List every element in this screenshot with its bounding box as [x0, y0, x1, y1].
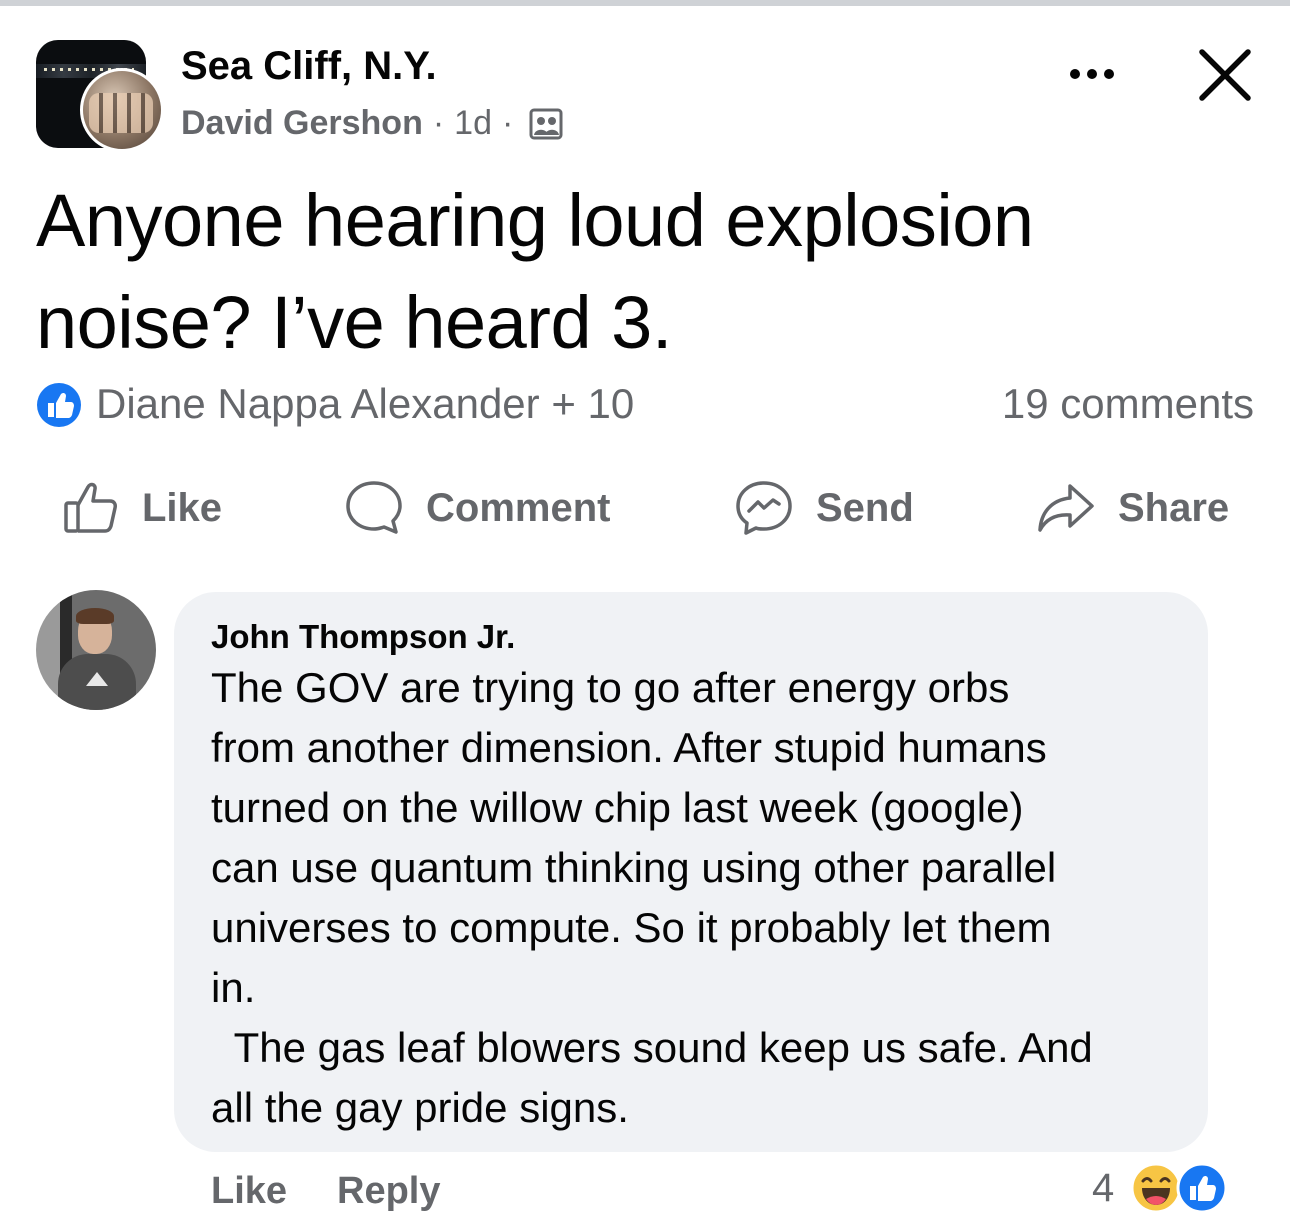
send-button-label: Send	[816, 485, 914, 530]
like-button-label: Like	[142, 485, 223, 530]
meta-separator: ·	[502, 104, 514, 142]
comment-line: The gas leaf blowers sound keep us safe.…	[211, 1024, 1093, 1071]
comments-count-link[interactable]: 19 comments	[1002, 380, 1254, 428]
share-button-label: Share	[1118, 485, 1230, 530]
post-text-line: noise? I’ve heard 3.	[36, 281, 672, 364]
commenter-name[interactable]: John Thompson Jr.	[211, 618, 515, 656]
send-button[interactable]: Send	[734, 476, 914, 540]
share-button[interactable]: Share	[1036, 476, 1229, 540]
comment-like-button[interactable]: Like	[211, 1170, 287, 1213]
comment-bubble: John Thompson Jr. The GOV are trying to …	[174, 592, 1208, 1152]
thumbs-up-icon	[64, 482, 117, 533]
comment-line: all the gay pride signs.	[211, 1084, 629, 1131]
author-avatar[interactable]	[80, 68, 164, 152]
like-reaction-icon	[36, 382, 82, 428]
haha-reaction-icon	[1130, 1162, 1182, 1214]
group-name[interactable]: Sea Cliff, N.Y.	[181, 44, 437, 89]
comment-line: from another dimension. After stupid hum…	[211, 724, 1047, 771]
comment-line: turned on the willow chip last week (goo…	[211, 784, 1024, 831]
avatar-hair	[76, 608, 114, 624]
comment-line: The GOV are trying to go after energy or…	[211, 664, 1010, 711]
comment-line: can use quantum thinking using other par…	[211, 844, 1057, 891]
commenter-avatar[interactable]	[36, 590, 156, 710]
reaction-summary: Diane Nappa Alexander + 10 19 comments	[36, 378, 1254, 428]
like-reaction-icon	[1176, 1162, 1228, 1214]
comment-button-label: Comment	[426, 485, 611, 530]
comment-reply-button[interactable]: Reply	[337, 1170, 440, 1213]
messenger-icon	[736, 481, 792, 535]
post-meta: David Gershon · 1d ·	[181, 104, 563, 143]
post-text: Anyone hearing loud explosion noise? I’v…	[36, 170, 1266, 374]
comment-reaction-count[interactable]: 4	[1092, 1166, 1114, 1211]
comment-button[interactable]: Comment	[344, 476, 610, 540]
group-audience-icon	[529, 107, 563, 141]
reactors-link[interactable]: Diane Nappa Alexander + 10	[96, 380, 634, 428]
top-divider	[0, 0, 1290, 6]
more-options-icon[interactable]	[1062, 56, 1122, 92]
post-time[interactable]: 1d	[454, 104, 492, 143]
group-photo	[89, 93, 153, 133]
comment-line: universes to compute. So it probably let…	[211, 904, 1052, 951]
post-text-line: Anyone hearing loud explosion	[36, 179, 1034, 262]
comment-line: in.	[211, 964, 256, 1011]
share-arrow-icon	[1038, 484, 1094, 532]
comment-bubble-icon	[346, 481, 402, 534]
author-name[interactable]: David Gershon	[181, 104, 423, 143]
meta-separator: ·	[432, 104, 445, 142]
close-icon[interactable]	[1196, 46, 1254, 104]
like-button[interactable]: Like	[62, 476, 222, 540]
comment-text: The GOV are trying to go after energy or…	[211, 658, 1181, 1138]
